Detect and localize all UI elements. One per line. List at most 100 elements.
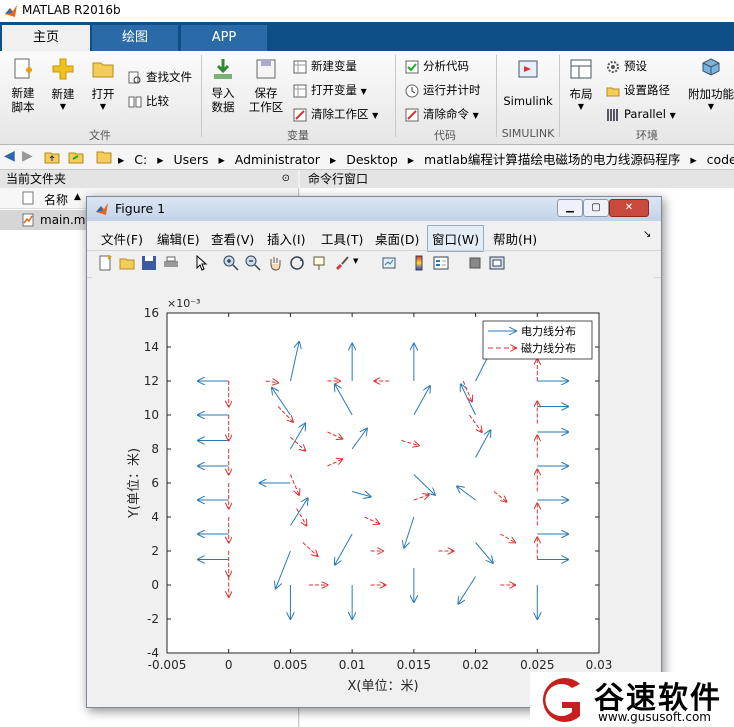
parallel-button[interactable]: Parallel ▼: [606, 104, 676, 124]
close-button[interactable]: ✕: [609, 199, 649, 217]
import-data-button[interactable]: 导入 数据: [206, 57, 240, 114]
breadcrumb-item[interactable]: matlab编程计算描绘电磁场的电力线源码程序: [424, 152, 680, 167]
new-script-button[interactable]: 新建 脚本: [6, 57, 40, 114]
y-tick-label: 12: [144, 374, 159, 388]
x-tick-label: 0.02: [462, 658, 489, 672]
print-icon[interactable]: [163, 255, 179, 271]
tab-apps[interactable]: APP: [181, 25, 267, 51]
link-plot-icon[interactable]: [381, 255, 397, 271]
column-name[interactable]: 名称: [44, 191, 68, 208]
clear-workspace-button[interactable]: 清除工作区 ▼: [293, 104, 378, 124]
menu-insert[interactable]: 插入(I): [267, 229, 305, 248]
dock-arrow-icon[interactable]: ↘: [643, 229, 651, 240]
x-tick-label: 0: [225, 658, 233, 672]
open-button[interactable]: 打开 ▼: [86, 57, 120, 111]
zoom-out-icon[interactable]: [245, 255, 261, 271]
find-files-button[interactable]: 查找文件: [128, 67, 192, 87]
new-variable-button[interactable]: 新建变量: [293, 56, 357, 76]
save-icon[interactable]: [141, 255, 157, 271]
y-tick-label: 10: [144, 408, 159, 422]
parallel-label: Parallel: [624, 107, 666, 121]
legend[interactable]: 电力线分布 磁力线分布: [482, 320, 593, 360]
maximize-button[interactable]: ▢: [583, 199, 609, 217]
brush-icon[interactable]: [333, 255, 349, 271]
open-variable-button[interactable]: 打开变量 ▼: [293, 80, 367, 100]
set-path-label: 设置路径: [624, 83, 670, 97]
new-script-label: 新建 脚本: [11, 86, 35, 114]
back-arrow-icon[interactable]: ◀: [4, 148, 15, 164]
tab-plots[interactable]: 绘图: [92, 25, 178, 51]
preferences-label: 预设: [624, 59, 647, 73]
breadcrumb-item[interactable]: C:: [134, 152, 147, 167]
breadcrumb-separator: ▸: [118, 152, 125, 167]
menu-desktop[interactable]: 桌面(D): [375, 229, 419, 248]
panel-menu-icon[interactable]: ⊙: [282, 170, 290, 188]
set-path-icon: [606, 87, 620, 96]
y-tick-label: 16: [144, 306, 159, 320]
menu-tools[interactable]: 工具(T): [321, 229, 363, 248]
open-variable-label: 打开变量: [311, 83, 357, 97]
parallel-icon: [607, 108, 618, 121]
colorbar-icon[interactable]: [411, 255, 427, 271]
app-titlebar: MATLAB R2016b: [0, 0, 734, 23]
breadcrumb-item[interactable]: Users: [173, 152, 208, 167]
matlab-logo-icon: [96, 203, 108, 215]
legend-icon[interactable]: [433, 255, 449, 271]
hide-plot-tools-icon[interactable]: [467, 255, 483, 271]
menu-file[interactable]: 文件(F): [101, 229, 143, 248]
analyze-code-button[interactable]: 分析代码: [405, 56, 469, 76]
pointer-icon[interactable]: [193, 255, 209, 271]
run-and-time-button[interactable]: 运行并计时: [405, 80, 481, 100]
group-variable-label: 变量: [287, 129, 309, 142]
layout-button[interactable]: 布局 ▼: [566, 57, 596, 111]
analyze-code-label: 分析代码: [423, 59, 469, 73]
new-figure-icon[interactable]: [97, 255, 113, 271]
legend-electric-label: 电力线分布: [521, 324, 576, 338]
browse-folder-icon[interactable]: [68, 149, 84, 165]
clear-workspace-icon: [293, 108, 307, 121]
forward-arrow-icon[interactable]: ▶: [22, 148, 33, 164]
breadcrumb-separator: ▸: [157, 152, 164, 167]
clear-commands-button[interactable]: 清除命令 ▼: [405, 104, 479, 124]
set-path-button[interactable]: 设置路径: [606, 80, 670, 100]
zoom-in-icon[interactable]: [223, 255, 239, 271]
menu-help[interactable]: 帮助(H): [493, 229, 537, 248]
current-folder-title: 当前文件夹: [6, 172, 67, 186]
preferences-button[interactable]: 预设: [606, 56, 647, 76]
show-plot-tools-icon[interactable]: [489, 255, 505, 271]
data-cursor-icon[interactable]: [311, 255, 327, 271]
layout-icon: [570, 59, 592, 79]
compare-button[interactable]: 比较: [128, 91, 169, 111]
rotate-3d-icon[interactable]: [289, 255, 305, 271]
up-folder-icon[interactable]: [44, 149, 60, 165]
x-tick-label: -0.005: [148, 658, 187, 672]
watermark: 谷速软件 www.gususoft.com: [530, 672, 734, 727]
tab-home[interactable]: 主页: [2, 25, 90, 51]
chevron-down-icon: ▼: [360, 87, 367, 96]
save-workspace-button[interactable]: 保存 工作区: [246, 57, 286, 114]
minimize-button[interactable]: ▁: [557, 199, 583, 217]
breadcrumb-separator: ▸: [407, 152, 415, 167]
new-button[interactable]: 新建 ▼: [46, 57, 80, 111]
new-variable-label: 新建变量: [311, 59, 357, 73]
breadcrumb-item[interactable]: Administrator: [235, 152, 320, 167]
chevron-down-icon[interactable]: ▼: [353, 257, 358, 265]
new-script-icon: [14, 58, 32, 79]
menu-view[interactable]: 查看(V): [211, 229, 254, 248]
addons-button[interactable]: 附加功能 ▼: [688, 57, 734, 111]
open-file-icon[interactable]: [119, 255, 135, 271]
addons-icon: [702, 58, 720, 76]
new-label: 新建: [51, 87, 75, 101]
save-workspace-icon: [256, 59, 276, 79]
chevron-down-icon: ▼: [707, 102, 715, 111]
breadcrumb-item[interactable]: Desktop: [346, 152, 398, 167]
y-tick-label: 8: [151, 442, 159, 456]
simulink-button[interactable]: Simulink: [502, 57, 554, 108]
menu-window[interactable]: 窗口(W): [427, 225, 485, 252]
pan-hand-icon[interactable]: [267, 255, 283, 271]
chevron-down-icon: ▼: [372, 111, 379, 120]
y-axis-label: Y(单位：米): [127, 448, 142, 519]
breadcrumb-item[interactable]: code: [707, 152, 734, 167]
matlab-file-icon: [22, 213, 34, 227]
menu-edit[interactable]: 编辑(E): [157, 229, 200, 248]
